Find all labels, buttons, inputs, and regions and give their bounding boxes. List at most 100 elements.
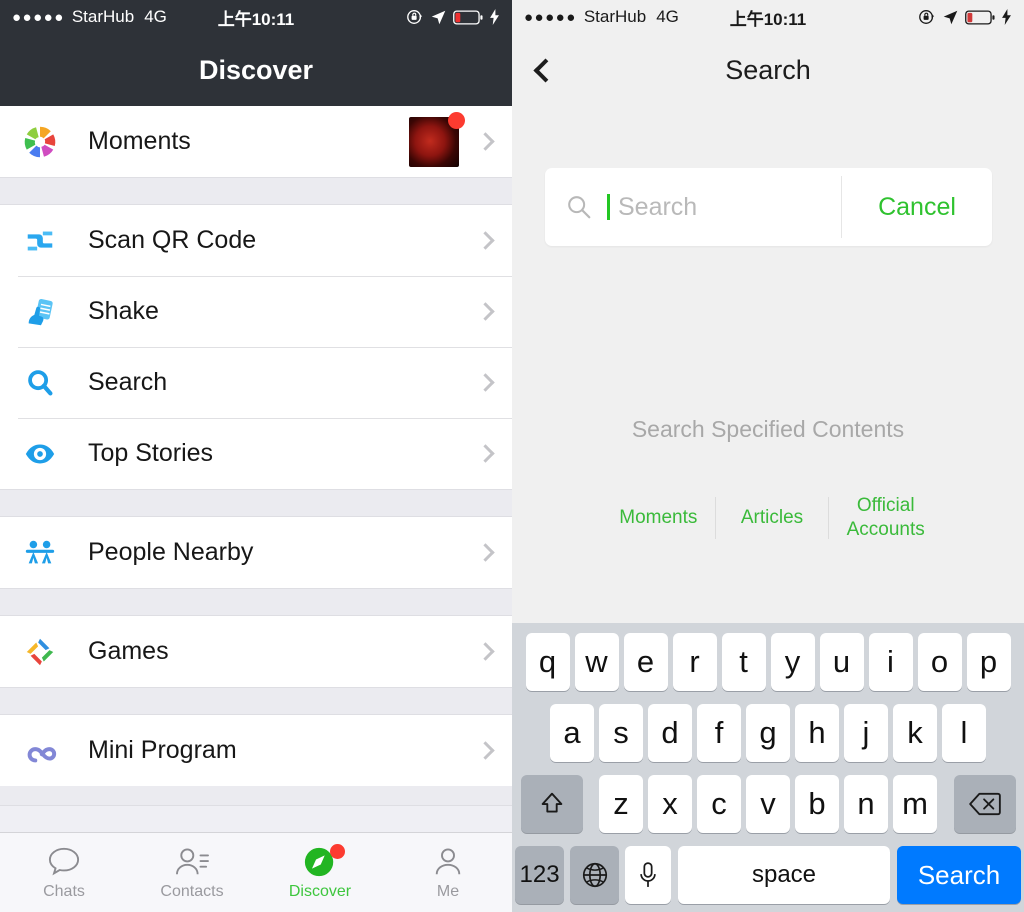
status-bar-left-group: ●●●●● StarHub 4G: [12, 7, 167, 27]
contacts-icon: [174, 845, 210, 879]
key-j[interactable]: j: [844, 704, 888, 762]
list-group-gap: [0, 588, 512, 616]
search-return-key[interactable]: Search: [897, 846, 1022, 904]
discover-item-label: Top Stories: [88, 439, 214, 467]
chevron-right-icon: [476, 543, 495, 562]
status-bar-right-group: [406, 8, 500, 26]
filter-articles[interactable]: Articles: [716, 506, 829, 530]
moments-badge-dot: [448, 111, 465, 129]
key-x[interactable]: x: [648, 775, 692, 833]
moments-aperture-icon: [18, 120, 62, 164]
filter-official-accounts[interactable]: Official Accounts: [829, 494, 942, 542]
search-navbar: Search: [512, 34, 1024, 106]
tab-label: Contacts: [160, 882, 224, 900]
backspace-icon: [968, 792, 1001, 816]
globe-key[interactable]: [570, 846, 620, 904]
key-i[interactable]: i: [868, 633, 913, 691]
backspace-key[interactable]: [953, 775, 1016, 833]
key-h[interactable]: h: [795, 704, 839, 762]
key-a[interactable]: a: [550, 704, 594, 762]
key-n[interactable]: n: [844, 775, 888, 833]
key-u[interactable]: u: [819, 633, 864, 691]
key-k[interactable]: k: [893, 704, 937, 762]
chevron-right-icon: [476, 132, 495, 151]
key-w[interactable]: w: [574, 633, 619, 691]
key-b[interactable]: b: [795, 775, 839, 833]
keyboard-row-4: 123 space Search: [515, 846, 1022, 904]
key-f[interactable]: f: [697, 704, 741, 762]
key-p[interactable]: p: [966, 633, 1011, 691]
tab-chats[interactable]: Chats: [0, 833, 128, 912]
key-q[interactable]: q: [525, 633, 570, 691]
key-r[interactable]: r: [672, 633, 717, 691]
chevron-right-icon: [476, 231, 495, 250]
search-screen: ●●●●● StarHub 4G 上午10:11 Search Search C…: [512, 0, 1024, 912]
scan-qr-icon: [18, 219, 62, 263]
battery-low-icon: [965, 9, 995, 25]
chevron-right-icon: [476, 302, 495, 321]
search-input[interactable]: Search: [545, 193, 841, 222]
key-m[interactable]: m: [893, 775, 937, 833]
compass-icon: [303, 843, 345, 879]
tab-label: Discover: [288, 882, 352, 900]
key-z[interactable]: z: [599, 775, 643, 833]
numbers-key[interactable]: 123: [515, 846, 565, 904]
mini-program-icon: [18, 729, 62, 773]
onscreen-keyboard: q w e r t y u i o p a s d f g h j k l z …: [512, 623, 1024, 912]
search-placeholder: Search: [618, 192, 698, 221]
discover-item-games[interactable]: Games: [0, 616, 512, 687]
key-l[interactable]: l: [942, 704, 986, 762]
person-icon: [432, 845, 464, 879]
keyboard-row-2: a s d f g h j k l: [515, 704, 1021, 762]
space-key[interactable]: space: [678, 846, 891, 904]
discover-list: Moments Scan QR Code Shake Search Top St…: [0, 106, 512, 832]
key-g[interactable]: g: [746, 704, 790, 762]
globe-icon: [582, 862, 607, 888]
carrier-label: StarHub: [583, 7, 647, 26]
discover-item-label: Games: [88, 637, 169, 665]
list-group-gap: [0, 177, 512, 205]
rotation-lock-icon: [407, 10, 423, 24]
discover-item-shake[interactable]: Shake: [0, 276, 512, 347]
key-v[interactable]: v: [746, 775, 790, 833]
key-t[interactable]: t: [721, 633, 766, 691]
discover-item-people-nearby[interactable]: People Nearby: [0, 517, 512, 588]
tab-label: Me: [436, 882, 460, 900]
battery-low-icon: [453, 9, 483, 25]
tab-label: Chats: [43, 882, 85, 900]
moments-thumbnail[interactable]: [409, 111, 465, 167]
discover-item-label: Shake: [88, 297, 159, 325]
signal-dots-icon: ●●●●●: [12, 8, 65, 26]
discover-item-search[interactable]: Search: [0, 347, 512, 418]
dual-screenshot: ●●●●● StarHub 4G 上午10:11 Discover Moment…: [0, 0, 1024, 912]
filter-moments[interactable]: Moments: [602, 506, 715, 530]
microphone-key[interactable]: [625, 846, 672, 904]
shift-key[interactable]: [520, 775, 583, 833]
key-y[interactable]: y: [770, 633, 815, 691]
key-d[interactable]: d: [648, 704, 692, 762]
discover-item-top-stories[interactable]: Top Stories: [0, 418, 512, 489]
carrier-label: StarHub: [71, 7, 135, 26]
discover-item-scan-qr-code[interactable]: Scan QR Code: [0, 205, 512, 276]
discover-item-moments[interactable]: Moments: [0, 106, 512, 177]
status-bar-left-group: ●●●●● StarHub 4G: [524, 7, 679, 27]
key-e[interactable]: e: [623, 633, 668, 691]
key-o[interactable]: o: [917, 633, 962, 691]
tab-contacts[interactable]: Contacts: [128, 833, 256, 912]
discover-title: Discover: [0, 34, 512, 106]
discover-item-label: Scan QR Code: [88, 226, 257, 254]
signal-dots-icon: ●●●●●: [524, 8, 577, 26]
search-bar: Search Cancel: [545, 168, 992, 246]
cancel-button[interactable]: Cancel: [842, 193, 992, 222]
tab-discover[interactable]: Discover: [256, 833, 384, 912]
location-arrow-icon: [943, 10, 958, 24]
key-c[interactable]: c: [697, 775, 741, 833]
rotation-lock-icon: [919, 10, 935, 24]
discover-item-label: People Nearby: [88, 538, 254, 566]
tab-me[interactable]: Me: [384, 833, 512, 912]
network-label: 4G: [144, 7, 167, 26]
discover-item-mini-program[interactable]: Mini Program: [0, 715, 512, 786]
chevron-right-icon: [476, 373, 495, 392]
search-filters: Moments Articles Official Accounts: [602, 494, 942, 542]
key-s[interactable]: s: [599, 704, 643, 762]
